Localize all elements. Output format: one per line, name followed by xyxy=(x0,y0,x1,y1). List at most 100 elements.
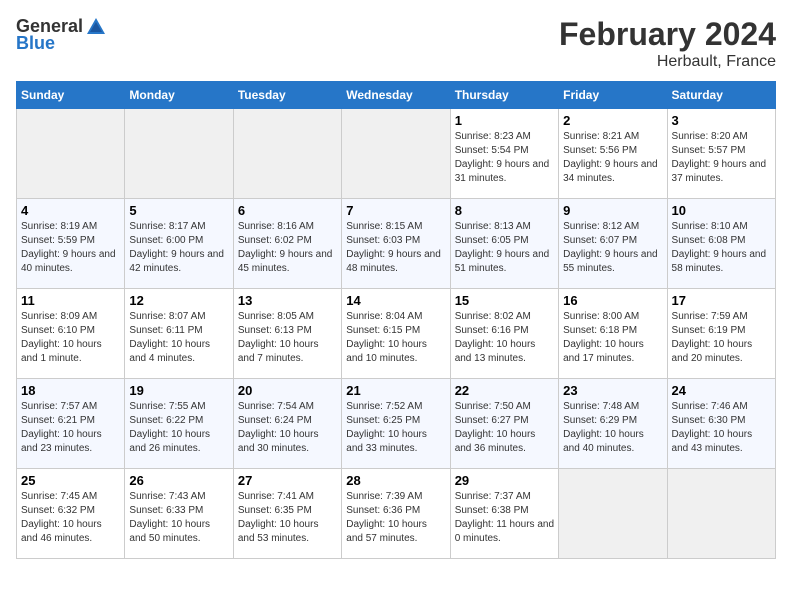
calendar-cell: 3 Sunrise: 8:20 AMSunset: 5:57 PMDaylight… xyxy=(667,109,775,199)
day-info: Sunrise: 8:07 AMSunset: 6:11 PMDaylight:… xyxy=(129,310,228,366)
day-info: Sunrise: 8:00 AMSunset: 6:18 PMDaylight:… xyxy=(563,310,662,366)
day-info: Sunrise: 8:09 AMSunset: 6:10 PMDaylight:… xyxy=(21,310,120,366)
calendar-cell: 12 Sunrise: 8:07 AMSunset: 6:11 PMDayligh… xyxy=(125,289,233,379)
day-info: Sunrise: 7:57 AMSunset: 6:21 PMDaylight:… xyxy=(21,400,120,456)
calendar-cell: 19 Sunrise: 7:55 AMSunset: 6:22 PMDayligh… xyxy=(125,379,233,469)
day-number: 24 xyxy=(672,383,771,398)
day-info: Sunrise: 8:05 AMSunset: 6:13 PMDaylight:… xyxy=(238,310,337,366)
day-number: 21 xyxy=(346,383,445,398)
day-number: 17 xyxy=(672,293,771,308)
calendar-cell xyxy=(342,109,450,199)
day-info: Sunrise: 7:41 AMSunset: 6:35 PMDaylight:… xyxy=(238,490,337,546)
day-info: Sunrise: 7:59 AMSunset: 6:19 PMDaylight:… xyxy=(672,310,771,366)
day-number: 14 xyxy=(346,293,445,308)
day-of-week-header: Wednesday xyxy=(342,82,450,109)
day-number: 11 xyxy=(21,293,120,308)
day-number: 13 xyxy=(238,293,337,308)
day-number: 2 xyxy=(563,113,662,128)
calendar-cell: 20 Sunrise: 7:54 AMSunset: 6:24 PMDayligh… xyxy=(233,379,341,469)
day-info: Sunrise: 7:45 AMSunset: 6:32 PMDaylight:… xyxy=(21,490,120,546)
day-info: Sunrise: 8:13 AMSunset: 6:05 PMDaylight:… xyxy=(455,220,554,276)
day-of-week-header: Tuesday xyxy=(233,82,341,109)
day-number: 28 xyxy=(346,473,445,488)
day-info: Sunrise: 8:02 AMSunset: 6:16 PMDaylight:… xyxy=(455,310,554,366)
calendar-cell: 18 Sunrise: 7:57 AMSunset: 6:21 PMDayligh… xyxy=(17,379,125,469)
day-number: 27 xyxy=(238,473,337,488)
month-title: February 2024 xyxy=(559,16,776,53)
calendar-cell xyxy=(125,109,233,199)
calendar-week-row: 25 Sunrise: 7:45 AMSunset: 6:32 PMDayligh… xyxy=(17,469,776,559)
day-info: Sunrise: 8:16 AMSunset: 6:02 PMDaylight:… xyxy=(238,220,337,276)
day-of-week-header: Monday xyxy=(125,82,233,109)
calendar-week-row: 1 Sunrise: 8:23 AMSunset: 5:54 PMDaylight… xyxy=(17,109,776,199)
day-info: Sunrise: 8:20 AMSunset: 5:57 PMDaylight:… xyxy=(672,130,771,186)
calendar-table: SundayMondayTuesdayWednesdayThursdayFrid… xyxy=(16,81,776,559)
page-header: General Blue February 2024 Herbault, Fra… xyxy=(16,16,776,71)
calendar-header-row: SundayMondayTuesdayWednesdayThursdayFrid… xyxy=(17,82,776,109)
day-info: Sunrise: 8:15 AMSunset: 6:03 PMDaylight:… xyxy=(346,220,445,276)
day-number: 23 xyxy=(563,383,662,398)
calendar-week-row: 4Sunrise: 8:19 AMSunset: 5:59 PMDaylight… xyxy=(17,199,776,289)
day-info: Sunrise: 8:12 AMSunset: 6:07 PMDaylight:… xyxy=(563,220,662,276)
calendar-cell: 29 Sunrise: 7:37 AMSunset: 6:38 PMDayligh… xyxy=(450,469,558,559)
day-info: Sunrise: 7:37 AMSunset: 6:38 PMDaylight:… xyxy=(455,490,554,546)
calendar-cell: 23Sunrise: 7:48 AMSunset: 6:29 PMDayligh… xyxy=(559,379,667,469)
day-number: 7 xyxy=(346,203,445,218)
day-of-week-header: Saturday xyxy=(667,82,775,109)
day-number: 4 xyxy=(21,203,120,218)
calendar-cell: 14 Sunrise: 8:04 AMSunset: 6:15 PMDayligh… xyxy=(342,289,450,379)
day-number: 19 xyxy=(129,383,228,398)
day-info: Sunrise: 7:50 AMSunset: 6:27 PMDaylight:… xyxy=(455,400,554,456)
day-of-week-header: Friday xyxy=(559,82,667,109)
day-number: 9 xyxy=(563,203,662,218)
calendar-week-row: 18 Sunrise: 7:57 AMSunset: 6:21 PMDayligh… xyxy=(17,379,776,469)
day-number: 10 xyxy=(672,203,771,218)
day-number: 3 xyxy=(672,113,771,128)
calendar-cell: 9 Sunrise: 8:12 AMSunset: 6:07 PMDaylight… xyxy=(559,199,667,289)
day-info: Sunrise: 8:17 AMSunset: 6:00 PMDaylight:… xyxy=(129,220,228,276)
day-number: 22 xyxy=(455,383,554,398)
day-info: Sunrise: 7:52 AMSunset: 6:25 PMDaylight:… xyxy=(346,400,445,456)
calendar-cell: 27 Sunrise: 7:41 AMSunset: 6:35 PMDayligh… xyxy=(233,469,341,559)
day-info: Sunrise: 7:39 AMSunset: 6:36 PMDaylight:… xyxy=(346,490,445,546)
location: Herbault, France xyxy=(559,53,776,71)
day-info: Sunrise: 7:54 AMSunset: 6:24 PMDaylight:… xyxy=(238,400,337,456)
day-info: Sunrise: 7:55 AMSunset: 6:22 PMDaylight:… xyxy=(129,400,228,456)
day-info: Sunrise: 8:21 AMSunset: 5:56 PMDaylight:… xyxy=(563,130,662,186)
day-number: 29 xyxy=(455,473,554,488)
day-number: 5 xyxy=(129,203,228,218)
day-info: Sunrise: 8:04 AMSunset: 6:15 PMDaylight:… xyxy=(346,310,445,366)
day-of-week-header: Sunday xyxy=(17,82,125,109)
calendar-cell: 26 Sunrise: 7:43 AMSunset: 6:33 PMDayligh… xyxy=(125,469,233,559)
day-number: 20 xyxy=(238,383,337,398)
day-number: 1 xyxy=(455,113,554,128)
title-section: February 2024 Herbault, France xyxy=(559,16,776,71)
calendar-cell: 5 Sunrise: 8:17 AMSunset: 6:00 PMDaylight… xyxy=(125,199,233,289)
calendar-cell: 28 Sunrise: 7:39 AMSunset: 6:36 PMDayligh… xyxy=(342,469,450,559)
day-number: 15 xyxy=(455,293,554,308)
calendar-cell: 22 Sunrise: 7:50 AMSunset: 6:27 PMDayligh… xyxy=(450,379,558,469)
calendar-cell xyxy=(17,109,125,199)
calendar-cell: 4Sunrise: 8:19 AMSunset: 5:59 PMDaylight… xyxy=(17,199,125,289)
day-number: 26 xyxy=(129,473,228,488)
day-info: Sunrise: 7:43 AMSunset: 6:33 PMDaylight:… xyxy=(129,490,228,546)
day-number: 6 xyxy=(238,203,337,218)
day-info: Sunrise: 8:23 AMSunset: 5:54 PMDaylight:… xyxy=(455,130,554,186)
calendar-cell: 8 Sunrise: 8:13 AMSunset: 6:05 PMDaylight… xyxy=(450,199,558,289)
day-number: 8 xyxy=(455,203,554,218)
day-number: 12 xyxy=(129,293,228,308)
calendar-week-row: 11 Sunrise: 8:09 AMSunset: 6:10 PMDayligh… xyxy=(17,289,776,379)
day-number: 18 xyxy=(21,383,120,398)
day-number: 25 xyxy=(21,473,120,488)
day-info: Sunrise: 8:10 AMSunset: 6:08 PMDaylight:… xyxy=(672,220,771,276)
calendar-cell: 7 Sunrise: 8:15 AMSunset: 6:03 PMDaylight… xyxy=(342,199,450,289)
logo-text: General Blue xyxy=(16,16,107,54)
calendar-cell: 11 Sunrise: 8:09 AMSunset: 6:10 PMDayligh… xyxy=(17,289,125,379)
calendar-cell xyxy=(559,469,667,559)
calendar-cell: 21 Sunrise: 7:52 AMSunset: 6:25 PMDayligh… xyxy=(342,379,450,469)
calendar-cell xyxy=(667,469,775,559)
calendar-cell: 2 Sunrise: 8:21 AMSunset: 5:56 PMDaylight… xyxy=(559,109,667,199)
calendar-cell: 10 Sunrise: 8:10 AMSunset: 6:08 PMDayligh… xyxy=(667,199,775,289)
calendar-cell: 25 Sunrise: 7:45 AMSunset: 6:32 PMDayligh… xyxy=(17,469,125,559)
day-of-week-header: Thursday xyxy=(450,82,558,109)
